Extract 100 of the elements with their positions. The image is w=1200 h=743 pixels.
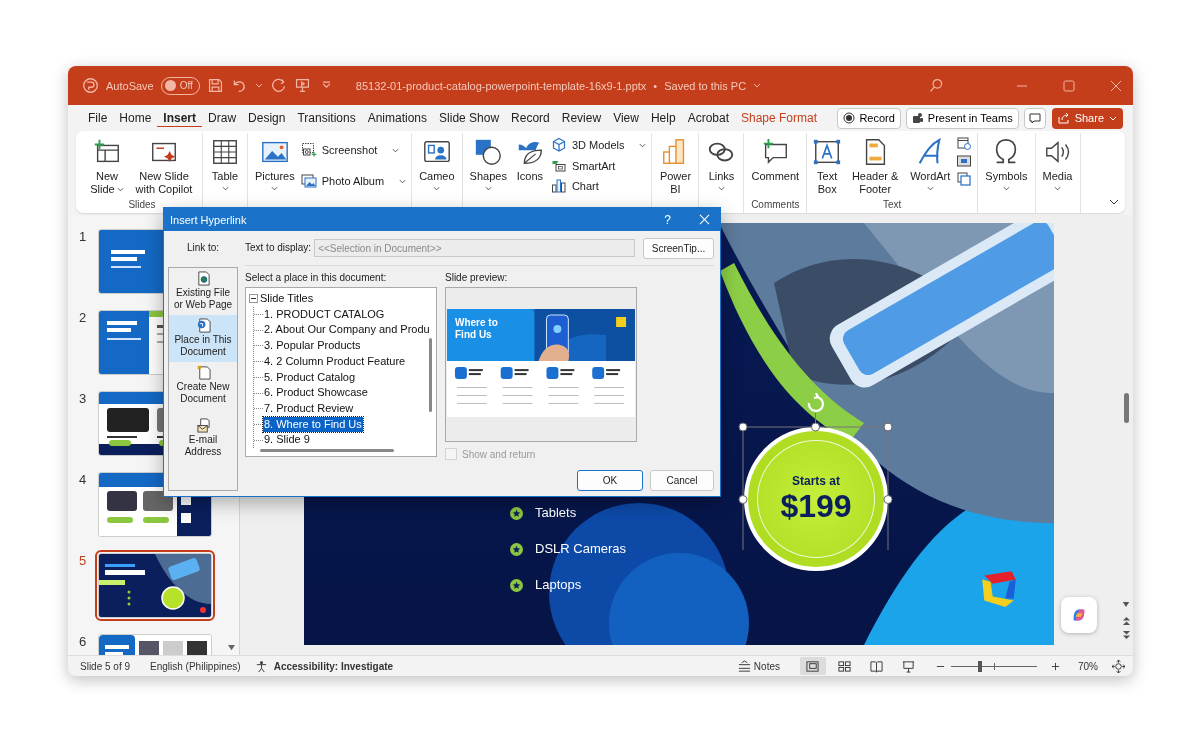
collapse-ribbon-icon[interactable]	[1109, 199, 1119, 206]
ribbon-tab[interactable]: Review	[555, 107, 608, 130]
close-icon[interactable]	[1109, 78, 1123, 93]
ribbon-button[interactable]: Header & Footer	[846, 132, 905, 199]
slide-number: 5	[78, 553, 88, 569]
cancel-button[interactable]: Cancel	[650, 470, 714, 491]
price-badge[interactable]: Starts at $199	[744, 427, 888, 572]
selection-handles[interactable]	[737, 393, 894, 551]
bullet-text: Laptops	[535, 576, 582, 595]
ribbon-button[interactable]: SmartArt	[550, 157, 647, 174]
ribbon-button[interactable]: Comment	[749, 132, 802, 199]
save-status[interactable]: Saved to this PC	[664, 79, 747, 92]
redo-icon[interactable]	[269, 77, 287, 95]
slide-number: 1	[78, 229, 88, 245]
ribbon-tab[interactable]: Help	[644, 107, 682, 130]
slide-number: 2	[78, 310, 88, 326]
ribbon-tab[interactable]: Draw	[202, 107, 243, 130]
ribbon-tab[interactable]: Animations	[361, 107, 434, 130]
ribbon-button[interactable]: New Slide	[87, 132, 127, 199]
ribbon-tab[interactable]: File	[82, 107, 114, 130]
caret-icon	[1002, 185, 1010, 191]
ribbon-button[interactable]: Text Box	[812, 132, 843, 199]
ribbon-button[interactable]: Chart	[550, 178, 647, 195]
ribbon-button[interactable]: Cameo	[417, 132, 457, 199]
ribbon-button[interactable]: New Slide with Copilot	[131, 132, 197, 199]
link-type-option[interactable]: Existing File or Web Page	[169, 268, 237, 315]
slide-number-icon[interactable]	[956, 152, 973, 169]
zoom-slider-thumb[interactable]	[978, 660, 983, 672]
ribbon-button[interactable]: WordArt	[908, 132, 953, 199]
tree-item[interactable]: 9. Slide 9	[263, 432, 311, 449]
view-button[interactable]	[800, 657, 826, 676]
caret-icon	[718, 185, 725, 191]
scroll-down-arrow-icon[interactable]	[1122, 601, 1130, 609]
present-icon[interactable]	[293, 77, 311, 95]
ribbon-tab[interactable]: Record	[505, 107, 556, 130]
scrollbar-thumb[interactable]	[1123, 393, 1129, 424]
ribbon-button[interactable]: Photo Album	[300, 173, 407, 190]
tree-item[interactable]: Slide Titles	[260, 291, 314, 307]
calendar-icon[interactable]	[956, 134, 973, 151]
caret-icon	[639, 142, 647, 148]
caret-icon[interactable]	[753, 83, 762, 89]
ribbon-button[interactable]: Icons	[512, 132, 547, 199]
tree-item[interactable]: 3. Popular Products	[263, 338, 362, 354]
ribbon-button[interactable]: Table	[208, 132, 242, 199]
ribbon-button[interactable]: Media	[1040, 132, 1075, 199]
accessibility-icon[interactable]	[254, 659, 268, 673]
tree-item[interactable]: 4. 2 Column Product Feature	[263, 353, 407, 370]
link-type-option[interactable]: E-mail Address	[169, 415, 237, 462]
ribbon-button[interactable]: 3D Models	[550, 137, 647, 154]
ribbon-tab[interactable]: View	[607, 107, 645, 130]
slide-number: 4	[78, 472, 88, 488]
tree-item[interactable]: 2. About Our Company and Produ	[263, 322, 431, 339]
ribbon-tab[interactable]: Insert	[157, 107, 203, 130]
ribbon-button[interactable]: Power BI	[657, 132, 694, 199]
ribbon-button[interactable]: Links	[704, 132, 739, 199]
ribbon-tab[interactable]: Home	[113, 107, 158, 130]
help-button[interactable]: ?	[664, 212, 671, 227]
ribbon-tab[interactable]: Transitions	[291, 107, 362, 130]
present-in-teams-button[interactable]: Present in Teams	[905, 107, 1019, 129]
zoom-in-icon[interactable]	[1051, 661, 1060, 671]
comments-button[interactable]	[1023, 107, 1046, 129]
tree-item[interactable]: 8. Where to Find Us	[263, 416, 363, 433]
slide-thumbnail[interactable]	[98, 553, 212, 619]
tree-item[interactable]: 6. Product Showcase	[263, 385, 369, 401]
zoom-percent[interactable]: 70%	[1078, 660, 1098, 672]
tree-item[interactable]: 1. PRODUCT CATALOG	[263, 306, 386, 323]
fit-to-window-icon[interactable]	[1112, 659, 1125, 673]
record-button[interactable]: Record	[837, 107, 901, 129]
scrollbar-thumb[interactable]	[260, 449, 394, 452]
ribbon-button[interactable]: Pictures	[253, 132, 297, 199]
ribbon-tab[interactable]: Design	[242, 107, 292, 130]
ribbon-tab[interactable]: Acrobat	[681, 107, 735, 130]
ribbon-button[interactable]: Symbols	[983, 132, 1030, 199]
link-type-option[interactable]: Create New Document	[169, 362, 237, 409]
save-icon[interactable]	[206, 77, 224, 95]
ribbon-tab[interactable]: Slide Show	[433, 107, 506, 130]
caret-icon	[484, 185, 492, 191]
notes-button[interactable]: Notes	[737, 659, 780, 673]
close-icon[interactable]	[699, 214, 710, 225]
previous-slide-icon[interactable]	[1121, 617, 1131, 627]
copilot-button[interactable]	[1061, 597, 1097, 634]
ribbon-button[interactable]: Screenshot	[300, 142, 407, 159]
tree-item[interactable]: 5. Product Catalog	[263, 369, 357, 386]
accessibility-status[interactable]: Accessibility: Investigate	[273, 660, 394, 672]
link-type-option[interactable]: Place in This Document	[169, 315, 237, 362]
ribbon-tab[interactable]: Shape Format	[735, 107, 824, 130]
ribbon-button[interactable]: Shapes	[467, 132, 509, 199]
scrollbar-thumb[interactable]	[429, 338, 432, 412]
screentip-button[interactable]: ScreenTip...	[643, 237, 714, 259]
share-button[interactable]: Share	[1051, 107, 1123, 129]
caret-icon[interactable]	[254, 83, 263, 89]
collapse-toggle-icon[interactable]	[249, 294, 258, 304]
object-icon[interactable]	[956, 170, 973, 187]
ok-button[interactable]: OK	[577, 470, 643, 491]
file-name: 85132-01-product-catalog-powerpoint-template-16x9-1.pptx	[355, 79, 647, 92]
language-label[interactable]: English (Philippines)	[150, 660, 241, 672]
app-logo-icon[interactable]	[82, 77, 99, 95]
next-slide-icon[interactable]	[1121, 630, 1131, 640]
scroll-down-arrow-icon[interactable]	[227, 644, 236, 652]
tree-item[interactable]: 7. Product Review	[263, 400, 355, 417]
